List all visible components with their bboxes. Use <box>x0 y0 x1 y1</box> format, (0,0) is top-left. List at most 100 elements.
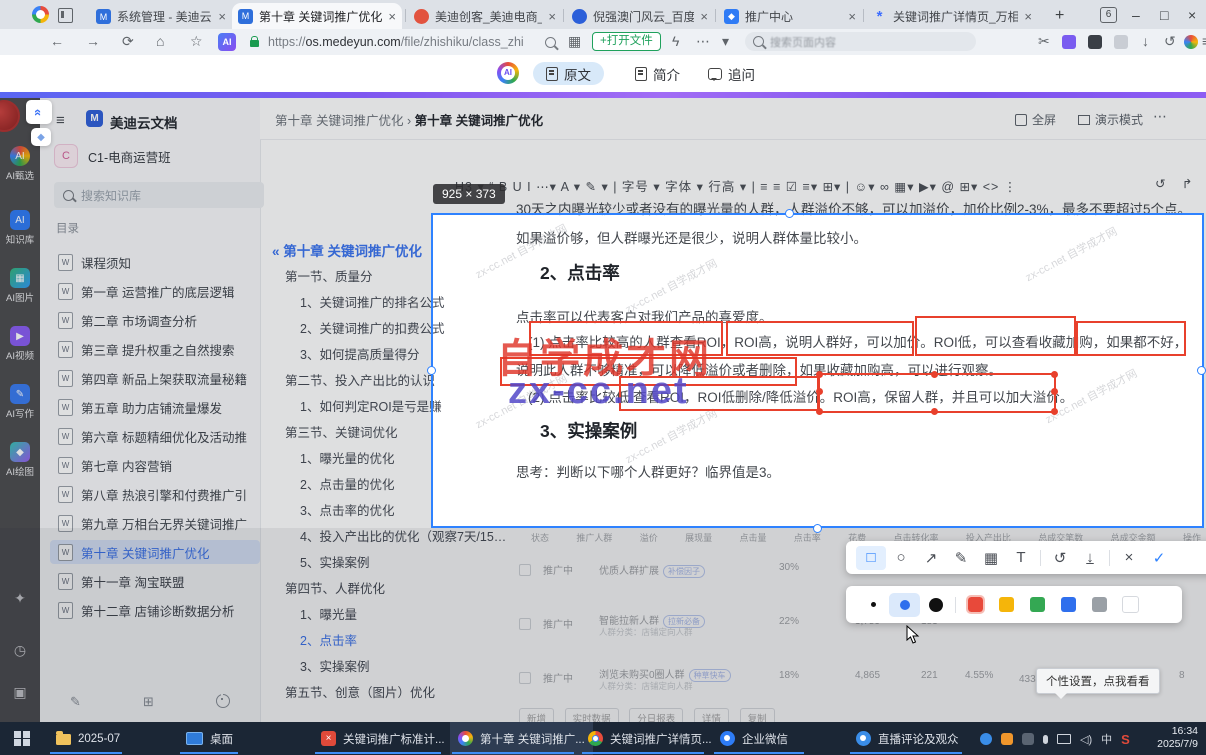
lightning-icon[interactable]: ϟ <box>672 33 679 50</box>
tray-speaker-icon[interactable]: ◁) <box>1080 733 1092 746</box>
annotation-rect[interactable] <box>915 316 1076 356</box>
annotation-handle[interactable] <box>816 371 823 378</box>
tab-summary[interactable]: 简介 <box>622 62 693 85</box>
mosaic-tool-icon[interactable]: ▦ <box>976 549 1006 567</box>
arrow-tool-icon[interactable]: ↗ <box>916 549 946 567</box>
window-maximize-button[interactable]: □ <box>1160 7 1168 23</box>
annotation-handle[interactable] <box>931 408 938 415</box>
zoom-out-icon[interactable] <box>545 37 556 48</box>
cancel-capture-icon[interactable]: × <box>1114 549 1144 566</box>
desktop-icon <box>186 732 203 745</box>
browser-tab[interactable]: 倪强澳门风云_百度搜索 × <box>566 4 714 29</box>
selection-handle[interactable] <box>785 209 794 218</box>
scissors-icon[interactable]: ✂ <box>1038 33 1050 50</box>
color-red-selected[interactable] <box>960 595 991 614</box>
undo-tool-icon[interactable]: ↺ <box>1045 549 1075 567</box>
capture-toolbar: □ ○ ↗ ✎ ▦ T ↺ ↓ × ✓ <box>846 541 1206 574</box>
tab-close-icon[interactable]: × <box>700 9 708 24</box>
ai-assistant-badge[interactable]: AI <box>218 33 236 51</box>
tab-close-icon[interactable]: × <box>218 9 226 24</box>
tab-close-icon[interactable]: × <box>848 9 856 24</box>
forward-icon[interactable]: → <box>86 33 100 50</box>
browser-tab[interactable]: ◆ 推广中心 × <box>718 4 862 29</box>
downloads-icon[interactable]: ↓ <box>1142 33 1149 50</box>
url-text[interactable]: https://os.medeyun.com/file/zhishiku/cla… <box>268 35 524 49</box>
annotation-handle[interactable] <box>1051 371 1058 378</box>
home-icon[interactable]: ⌂ <box>156 33 164 50</box>
page-search-input[interactable]: 搜索页面内容 <box>745 32 976 51</box>
save-download-icon[interactable]: ↓ <box>1075 549 1105 566</box>
annotation-handle[interactable] <box>931 371 938 378</box>
start-button[interactable] <box>6 722 38 755</box>
taskbar-item-chrome[interactable]: 关键词推广详情页... <box>580 722 720 755</box>
color-blue[interactable] <box>1053 597 1084 612</box>
browser-logo-icon[interactable] <box>32 6 49 23</box>
taskbar-clock[interactable]: 16:34 2025/7/9 <box>1157 725 1198 751</box>
annotation-handle[interactable] <box>1051 408 1058 415</box>
annotation-handle[interactable] <box>816 388 823 395</box>
profile-avatar[interactable] <box>1184 35 1198 49</box>
more-tools-icon[interactable]: ⋯ <box>696 33 710 50</box>
puzzle-extension-icon[interactable] <box>1114 35 1128 49</box>
chevron-down-icon[interactable]: ▾ <box>722 33 729 50</box>
stroke-size-small[interactable] <box>858 602 889 607</box>
tray-orange-app-icon[interactable] <box>1001 733 1013 745</box>
stroke-size-medium-selected[interactable] <box>889 592 920 617</box>
collapse-panel-button[interactable]: « <box>26 100 52 124</box>
color-green[interactable] <box>1022 597 1053 612</box>
tray-wechat-icon[interactable] <box>980 733 992 745</box>
tray-ime-indicator[interactable]: 中 <box>1101 731 1112 747</box>
tab-ask[interactable]: 追问 <box>695 62 768 85</box>
back-icon[interactable]: ← <box>50 33 64 50</box>
tab-close-icon[interactable]: × <box>1024 9 1032 24</box>
annotation-rect[interactable] <box>1076 321 1186 356</box>
browser-tab[interactable]: 美迪创客_美迪电商_美 × <box>408 4 562 29</box>
taskbar-item-wechat-work[interactable]: 企业微信 <box>712 722 796 755</box>
window-minimize-button[interactable]: – <box>1132 7 1140 23</box>
page-image-icon[interactable]: ▦ <box>568 33 581 50</box>
bookmark-icon[interactable]: ☆ <box>190 33 203 50</box>
open-file-button[interactable]: +打开文件 <box>592 32 661 51</box>
taskbar-item-folder[interactable]: 2025-07 <box>48 722 128 755</box>
selection-handle[interactable] <box>1197 366 1206 375</box>
taskbar-item-app[interactable]: × 关键词推广标准计... <box>313 722 453 755</box>
workspace-icon[interactable] <box>58 8 73 23</box>
selection-handle[interactable] <box>813 524 822 533</box>
confirm-capture-icon[interactable]: ✓ <box>1144 549 1174 567</box>
color-white[interactable] <box>1115 596 1146 613</box>
taskbar-item-desktop[interactable]: 桌面 <box>178 722 241 755</box>
browser-tab-active[interactable]: M 第十章 关键词推广优化 × <box>232 3 402 29</box>
window-close-button[interactable]: × <box>1188 7 1196 23</box>
tray-s-app-icon[interactable]: S <box>1121 732 1130 747</box>
taskbar-item-live-comments[interactable]: 直播评论及观众 <box>848 722 967 755</box>
stroke-size-large[interactable] <box>920 597 951 612</box>
tab-close-icon[interactable]: × <box>548 9 556 24</box>
extension-dark-icon[interactable] <box>1088 35 1102 49</box>
tray-display-icon[interactable] <box>1057 734 1071 744</box>
rect-tool-icon[interactable]: □ <box>856 545 886 570</box>
browser-tab[interactable]: M 系统管理 - 美迪云管理 × <box>90 4 232 29</box>
ellipse-tool-icon[interactable]: ○ <box>886 549 916 566</box>
text-tool-icon[interactable]: T <box>1006 549 1036 566</box>
selection-handle[interactable] <box>427 366 436 375</box>
history-undo-icon[interactable]: ↺ <box>1164 33 1176 50</box>
pen-tool-icon[interactable]: ✎ <box>946 549 976 567</box>
annotation-rect[interactable] <box>726 321 914 356</box>
tab-close-icon[interactable]: × <box>388 9 396 24</box>
new-tab-button[interactable]: + <box>1055 7 1064 25</box>
tab-original[interactable]: 原文 <box>533 62 604 85</box>
reload-icon[interactable]: ⟳ <box>122 33 134 50</box>
browser-tab[interactable]: * 关键词推广详情页_万相 × <box>866 4 1038 29</box>
taskbar-item-active-browser[interactable]: 第十章 关键词推广... <box>450 722 593 755</box>
tray-microphone-icon[interactable] <box>1043 734 1048 744</box>
plugin-mini-button[interactable]: ◆ <box>31 128 51 146</box>
extension-purple-icon[interactable] <box>1062 35 1076 49</box>
tray-shield-icon[interactable] <box>1022 733 1034 745</box>
browser-menu-icon[interactable]: ≡ <box>1202 33 1206 50</box>
annotation-handle[interactable] <box>1051 388 1058 395</box>
color-yellow[interactable] <box>991 597 1022 612</box>
color-gray[interactable] <box>1084 597 1115 612</box>
tab-counter-badge[interactable]: 6 <box>1100 7 1117 23</box>
annotation-rect-active[interactable] <box>816 371 1058 415</box>
annotation-handle[interactable] <box>816 408 823 415</box>
